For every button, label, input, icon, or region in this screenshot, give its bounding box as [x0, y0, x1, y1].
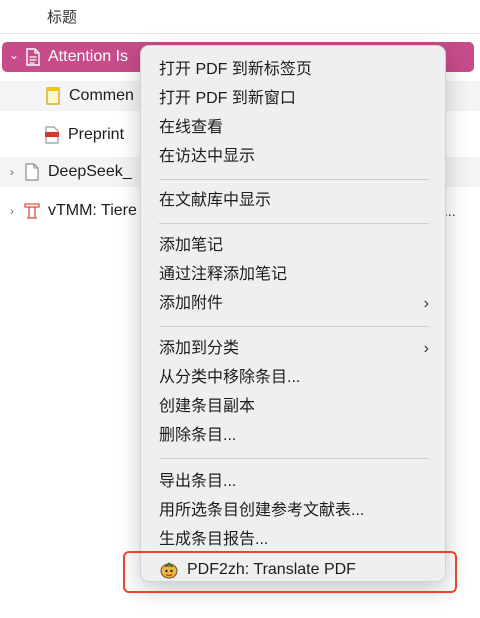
menu-item-label: 导出条目... [159, 473, 237, 490]
menu-item-view-online[interactable]: 在线查看 [159, 115, 429, 141]
menu-item-show-in-finder[interactable]: 在访达中显示 [159, 144, 429, 170]
item-title: vTMM: Tiere [48, 202, 137, 219]
item-title: Commen [69, 87, 134, 104]
item-title: Attention Is [48, 48, 129, 65]
menu-item-show-in-library[interactable]: 在文献库中显示 [159, 188, 429, 214]
column-header-title: 标题 [47, 9, 78, 26]
menu-item-label: 打开 PDF 到新窗口 [159, 90, 296, 107]
menu-item-label: 从分类中移除条目... [159, 369, 301, 386]
menu-separator [159, 179, 429, 180]
highlight-box [123, 551, 457, 593]
document-icon [26, 48, 40, 66]
document-icon [25, 163, 39, 181]
menu-item-label: 生成条目报告... [159, 531, 269, 548]
menu-item-remove-from-collection[interactable]: 从分类中移除条目... [159, 365, 429, 391]
menu-item-add-note-from-annotations[interactable]: 通过注释添加笔记 [159, 262, 429, 288]
menu-item-add-attachment[interactable]: 添加附件 › [159, 291, 429, 317]
menu-item-label: 在线查看 [159, 119, 224, 136]
menu-item-create-bibliography[interactable]: 用所选条目创建参考文献表... [159, 498, 429, 524]
menu-item-label: 用所选条目创建参考文献表... [159, 502, 365, 519]
menu-item-label: 添加到分类 [159, 340, 240, 357]
pdf-icon [45, 126, 59, 144]
menu-item-add-note[interactable]: 添加笔记 [159, 233, 429, 259]
menu-item-label: 添加附件 [159, 295, 224, 312]
chevron-right-icon: › [423, 340, 429, 357]
menu-item-export-item[interactable]: 导出条目... [159, 469, 429, 495]
note-icon [46, 87, 60, 105]
menu-item-label: 通过注释添加笔记 [159, 266, 288, 283]
menu-item-label: 在文献库中显示 [159, 192, 272, 209]
chevron-down-icon[interactable]: ⌄ [8, 40, 20, 70]
column-header[interactable]: 标题 [0, 0, 480, 34]
chevron-right-icon[interactable]: › [6, 157, 18, 187]
lectern-icon [24, 203, 40, 219]
menu-item-open-pdf-new-window[interactable]: 打开 PDF 到新窗口 [159, 86, 429, 112]
chevron-right-icon: › [423, 295, 429, 312]
menu-item-label: 删除条目... [159, 427, 237, 444]
menu-item-label: 创建条目副本 [159, 398, 256, 415]
menu-item-label: 添加笔记 [159, 237, 224, 254]
menu-item-label: 打开 PDF 到新标签页 [159, 61, 312, 78]
menu-separator [159, 458, 429, 459]
menu-item-delete-item[interactable]: 删除条目... [159, 423, 429, 449]
menu-item-generate-report[interactable]: 生成条目报告... [159, 527, 429, 553]
context-menu: 打开 PDF 到新标签页 打开 PDF 到新窗口 在线查看 在访达中显示 在文献… [140, 45, 446, 582]
menu-item-label: 在访达中显示 [159, 148, 256, 165]
menu-separator [159, 223, 429, 224]
menu-item-add-to-collection[interactable]: 添加到分类 › [159, 336, 429, 362]
chevron-right-icon[interactable]: › [6, 196, 18, 226]
menu-item-open-pdf-new-tab[interactable]: 打开 PDF 到新标签页 [159, 57, 429, 83]
item-title: DeepSeek_ [48, 163, 132, 180]
menu-separator [159, 326, 429, 327]
menu-item-duplicate-item[interactable]: 创建条目副本 [159, 394, 429, 420]
item-title: Preprint [68, 126, 125, 143]
